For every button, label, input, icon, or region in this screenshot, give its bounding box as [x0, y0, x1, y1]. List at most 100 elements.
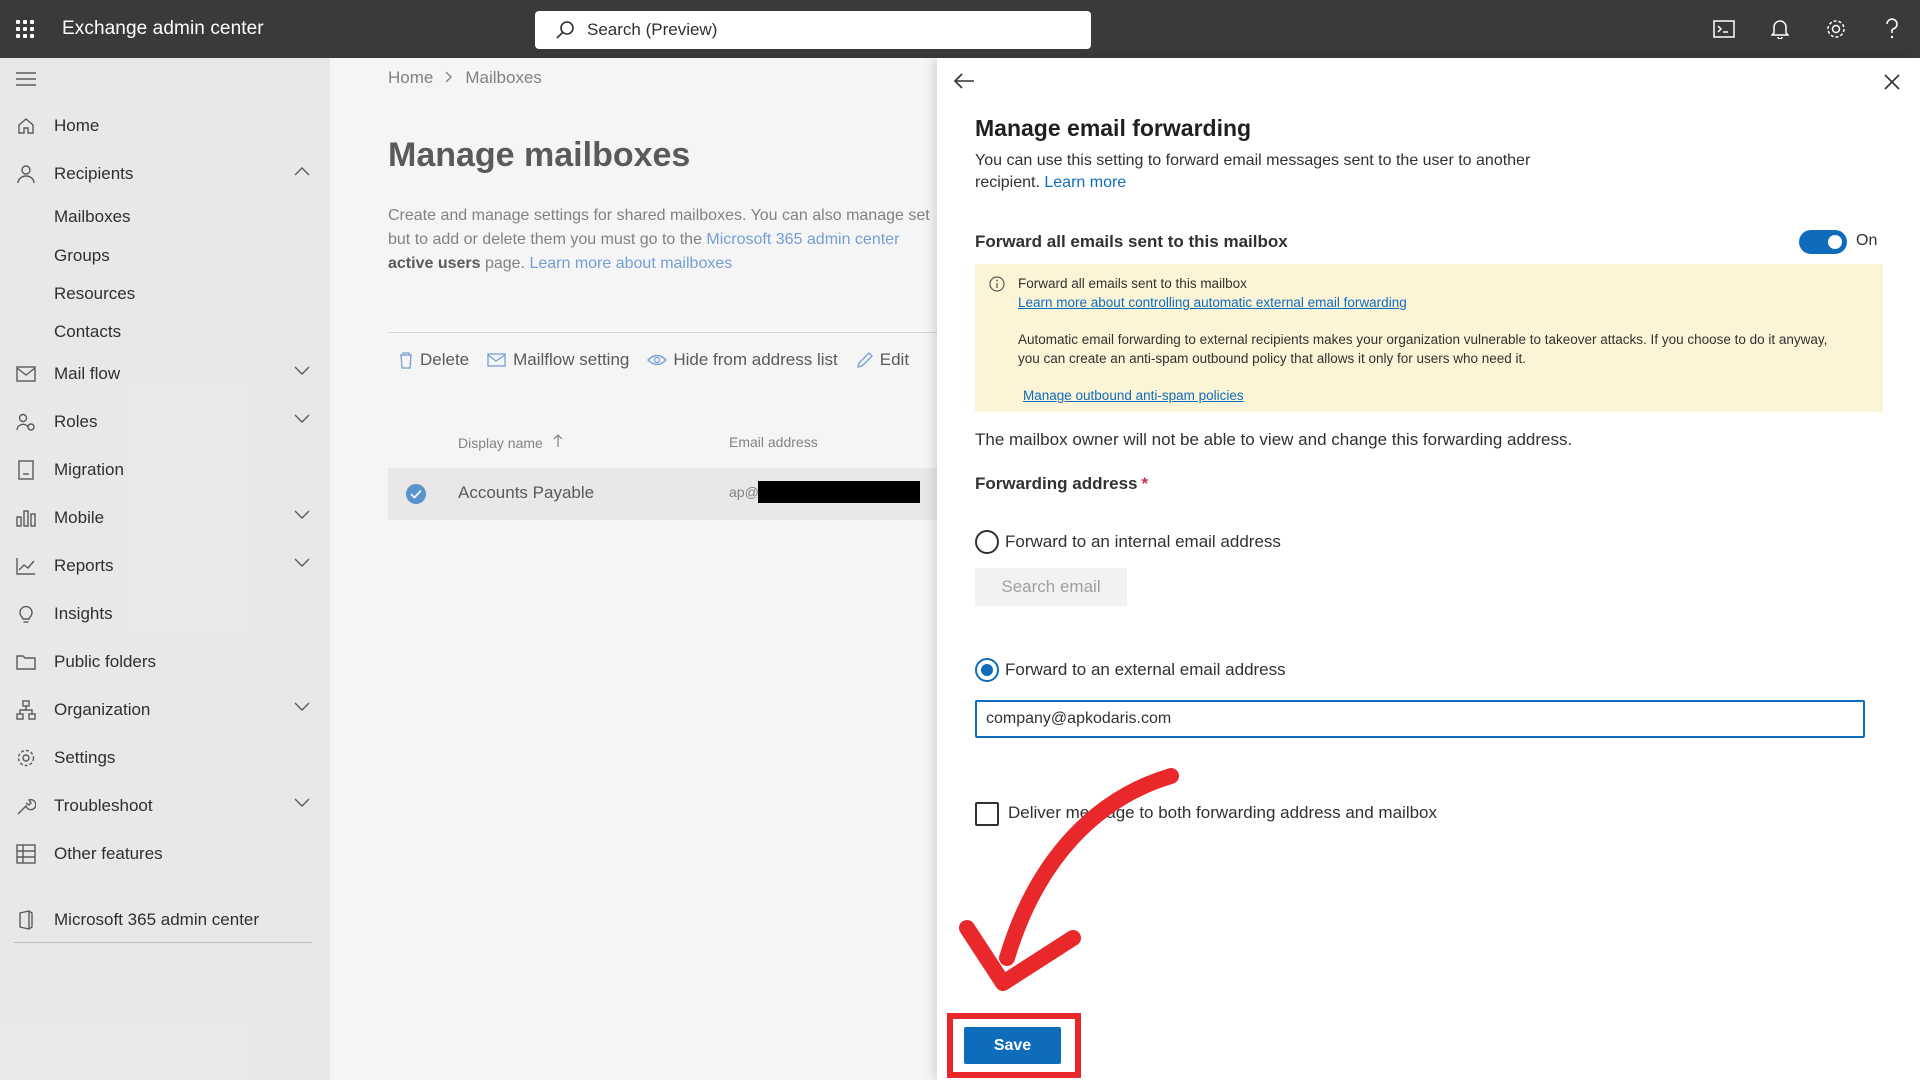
- nav-item-mail-flow[interactable]: Mail flow: [0, 354, 330, 394]
- external-email-input[interactable]: company@apkodaris.com: [975, 700, 1865, 738]
- breadcrumb: Home Mailboxes: [388, 68, 542, 88]
- hide-from-address-list-label: Hide from address list: [673, 350, 838, 369]
- forward-all-toggle[interactable]: [1799, 230, 1847, 254]
- arrow-left-icon: [953, 73, 974, 89]
- nav-item-troubleshoot[interactable]: Troubleshoot: [0, 786, 330, 826]
- nav-item-roles[interactable]: Roles: [0, 402, 330, 442]
- warning-title: Forward all emails sent to this mailbox: [1018, 276, 1247, 291]
- delete-button[interactable]: Delete: [398, 350, 469, 370]
- search-icon: [556, 21, 574, 39]
- save-button[interactable]: Save: [964, 1027, 1061, 1064]
- column-header-email-address[interactable]: Email address: [729, 434, 818, 450]
- chevron-down-icon: [294, 702, 310, 711]
- terminal-button[interactable]: [1696, 0, 1752, 58]
- breadcrumb-home[interactable]: Home: [388, 68, 433, 88]
- mailflow-setting-label: Mailflow setting: [513, 350, 630, 369]
- global-search-box[interactable]: Search (Preview): [535, 11, 1091, 49]
- radio-internal-label[interactable]: Forward to an internal email address: [1005, 532, 1281, 552]
- manage-anti-spam-link[interactable]: Manage outbound anti-spam policies: [1023, 388, 1244, 403]
- deliver-to-both-label[interactable]: Deliver message to both forwarding addre…: [1008, 803, 1437, 823]
- learn-more-mailboxes-link[interactable]: Learn more about mailboxes: [529, 255, 732, 272]
- nav-subitem-contacts[interactable]: Contacts: [54, 322, 121, 342]
- nav-item-label: Organization: [54, 700, 151, 719]
- delete-label: Delete: [420, 350, 470, 369]
- nav-item-m365-admin-center[interactable]: Microsoft 365 admin center: [0, 900, 330, 940]
- search-email-field[interactable]: Search email: [975, 568, 1127, 606]
- mail-icon: [14, 362, 38, 386]
- hide-icon: [647, 354, 668, 366]
- description-line-1: Create and manage settings for shared ma…: [388, 207, 930, 224]
- waffle-icon: [16, 20, 34, 38]
- home-icon: [14, 114, 38, 138]
- required-mark: *: [1141, 474, 1149, 493]
- nav-item-label: Mobile: [54, 508, 105, 527]
- info-icon: [989, 276, 1005, 292]
- roles-icon: [14, 410, 38, 434]
- nav-item-label: Migration: [54, 460, 124, 479]
- chevron-down-icon: [294, 798, 310, 807]
- m365-admin-center-link[interactable]: Microsoft 365 admin center: [706, 231, 899, 248]
- chevron-down-icon: [294, 414, 310, 423]
- toggle-state-label: On: [1856, 232, 1878, 249]
- nav-item-migration[interactable]: Migration: [0, 450, 330, 490]
- nav-item-label: Home: [54, 116, 100, 135]
- mailflow-setting-button[interactable]: Mailflow setting: [487, 350, 629, 370]
- nav-subitem-resources[interactable]: Resources: [54, 284, 135, 304]
- panel-title: Manage email forwarding: [975, 115, 1252, 141]
- nav-item-label: Roles: [54, 412, 98, 431]
- nav-item-label: Troubleshoot: [54, 796, 153, 815]
- nav-item-label: Public folders: [54, 652, 157, 671]
- nav-subitem-groups[interactable]: Groups: [54, 246, 110, 266]
- chevron-down-icon: [294, 558, 310, 567]
- nav-item-organization[interactable]: Organization: [0, 690, 330, 730]
- left-navigation: Home Recipients Mailboxes Groups Resourc…: [0, 58, 330, 1080]
- nav-item-mobile[interactable]: Mobile: [0, 498, 330, 538]
- nav-item-reports[interactable]: Reports: [0, 546, 330, 586]
- sort-ascending-icon: [553, 434, 563, 447]
- redaction-bar: [758, 481, 920, 503]
- back-button[interactable]: [953, 72, 975, 95]
- manage-email-forwarding-panel: Manage email forwarding You can use this…: [937, 58, 1920, 1080]
- column-header-display-name[interactable]: Display name: [458, 434, 563, 451]
- forwarding-warning-banner: Forward all emails sent to this mailbox …: [975, 264, 1883, 412]
- nav-divider: [14, 942, 312, 943]
- hide-from-address-list-button[interactable]: Hide from address list: [647, 350, 838, 370]
- app-launcher-button[interactable]: [0, 0, 50, 58]
- learn-more-forwarding-link[interactable]: Learn more about controlling automatic e…: [1018, 295, 1407, 310]
- chevron-down-icon: [294, 510, 310, 519]
- learn-more-link[interactable]: Learn more: [1044, 174, 1126, 191]
- page-description: Create and manage settings for shared ma…: [388, 204, 937, 276]
- settings-button[interactable]: [1808, 0, 1864, 58]
- radio-external-label[interactable]: Forward to an external email address: [1005, 660, 1286, 680]
- forwarding-address-text: Forwarding address: [975, 474, 1138, 493]
- nav-item-public-folders[interactable]: Public folders: [0, 642, 330, 682]
- nav-subitem-mailboxes[interactable]: Mailboxes: [54, 207, 131, 227]
- forward-all-label: Forward all emails sent to this mailbox: [975, 232, 1288, 251]
- nav-item-recipients[interactable]: Recipients: [0, 154, 330, 194]
- panel-description: You can use this setting to forward emai…: [975, 150, 1575, 194]
- table-row[interactable]: Accounts Payable ap@: [388, 468, 937, 520]
- collapse-nav-button[interactable]: [16, 72, 36, 91]
- close-button[interactable]: [1884, 74, 1900, 95]
- nav-item-home[interactable]: Home: [0, 106, 330, 146]
- nav-item-other-features[interactable]: Other features: [0, 834, 330, 874]
- nav-item-insights[interactable]: Insights: [0, 594, 330, 634]
- row-email-address: ap@: [729, 484, 759, 500]
- migration-icon: [14, 458, 38, 482]
- edit-button[interactable]: Edit: [856, 350, 909, 370]
- column-label: Display name: [458, 435, 543, 451]
- row-selected-check-icon[interactable]: [406, 484, 426, 504]
- nav-item-settings[interactable]: Settings: [0, 738, 330, 778]
- notifications-button[interactable]: [1752, 0, 1808, 58]
- nav-item-label: Recipients: [54, 164, 134, 183]
- help-button[interactable]: [1864, 0, 1920, 58]
- page-title: Manage mailboxes: [388, 136, 691, 174]
- command-bar: Delete Mailflow setting Hide from addres…: [398, 350, 927, 370]
- wrench-icon: [14, 794, 38, 818]
- deliver-to-both-checkbox[interactable]: [975, 802, 999, 826]
- terminal-icon: [1713, 20, 1735, 38]
- forwarding-address-label: Forwarding address *: [975, 474, 1148, 494]
- radio-external[interactable]: [975, 658, 999, 682]
- radio-internal[interactable]: [975, 530, 999, 554]
- chart-icon: [14, 554, 38, 578]
